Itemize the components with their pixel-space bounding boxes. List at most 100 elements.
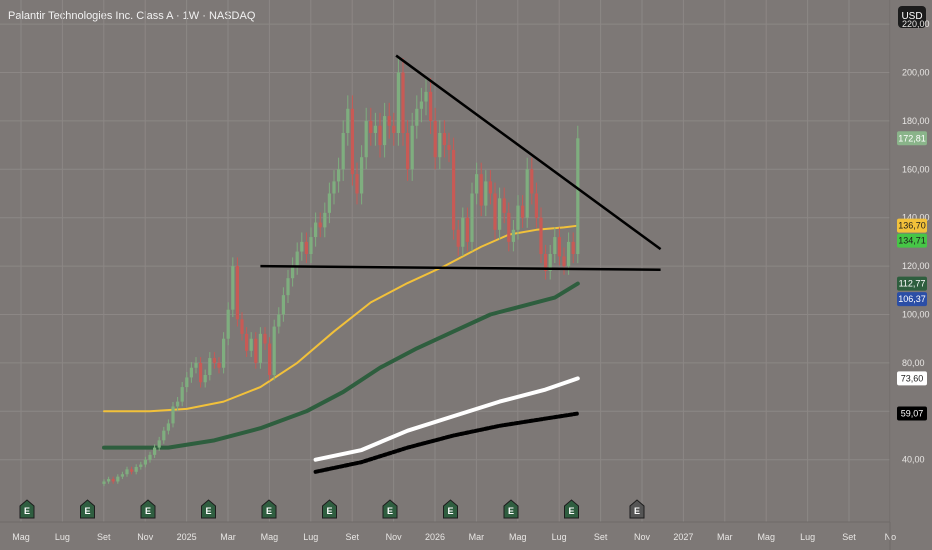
candle-body bbox=[415, 108, 419, 126]
candle-body bbox=[438, 133, 442, 158]
time-tick-label: Mar bbox=[220, 532, 236, 542]
candle-body bbox=[530, 169, 534, 194]
candle-body bbox=[401, 72, 405, 133]
candle-body bbox=[534, 193, 538, 218]
candle-body bbox=[442, 133, 446, 146]
candle-body bbox=[387, 116, 391, 126]
candle-body bbox=[277, 314, 281, 327]
time-tick-label: 2027 bbox=[673, 532, 693, 542]
candle-body bbox=[286, 278, 290, 296]
candle-body bbox=[521, 205, 525, 218]
candle-body bbox=[143, 459, 147, 465]
earnings-marker-label: E bbox=[205, 506, 211, 516]
candle-body bbox=[304, 241, 308, 254]
candle-body bbox=[185, 377, 189, 388]
earnings-marker-label: E bbox=[84, 506, 90, 516]
time-tick-label: Lug bbox=[55, 532, 70, 542]
candle-body bbox=[429, 91, 433, 121]
time-tick-label: Nov bbox=[634, 532, 651, 542]
candle-body bbox=[116, 476, 120, 482]
candle-body bbox=[516, 205, 520, 230]
price-tick-label: 200,00 bbox=[902, 68, 930, 78]
candle-body bbox=[295, 251, 299, 267]
candle-body bbox=[171, 406, 175, 424]
candle-body bbox=[355, 174, 359, 194]
candle-body bbox=[465, 217, 469, 242]
candle-body bbox=[212, 358, 216, 363]
earnings-marker-label: E bbox=[326, 506, 332, 516]
time-tick-label: Lug bbox=[303, 532, 318, 542]
candle-body bbox=[194, 362, 198, 368]
candle-body bbox=[475, 174, 479, 194]
candle-body bbox=[350, 108, 354, 175]
candle-body bbox=[461, 217, 465, 247]
price-chart[interactable]: 220,00200,00180,00160,00140,00120,00100,… bbox=[0, 0, 932, 550]
last-value-label: 59,07 bbox=[901, 409, 924, 419]
time-tick-label: Mar bbox=[469, 532, 485, 542]
candle-body bbox=[309, 237, 313, 254]
candle-body bbox=[263, 333, 267, 344]
candle-body bbox=[217, 362, 221, 368]
time-tick-label: Mag bbox=[12, 532, 30, 542]
candle-body bbox=[189, 367, 193, 378]
candle-body bbox=[479, 174, 483, 206]
earnings-marker-label: E bbox=[387, 506, 393, 516]
candle-body bbox=[240, 319, 244, 334]
candle-body bbox=[383, 116, 387, 146]
candle-body bbox=[373, 125, 377, 133]
candle-body bbox=[511, 229, 515, 242]
candle-body bbox=[102, 481, 106, 484]
candle-body bbox=[337, 169, 341, 182]
candle-body bbox=[447, 145, 451, 150]
candle-body bbox=[125, 469, 129, 475]
price-tick-label: 180,00 bbox=[902, 116, 930, 126]
candle-body bbox=[557, 237, 561, 257]
earnings-marker-label: E bbox=[568, 506, 574, 516]
candle-body bbox=[130, 469, 134, 472]
candle-body bbox=[231, 266, 235, 310]
price-tick-label: 220,00 bbox=[902, 19, 930, 29]
candle-body bbox=[111, 479, 115, 482]
candle-body bbox=[502, 198, 506, 213]
last-value-label: 172,81 bbox=[898, 133, 926, 143]
candle-body bbox=[203, 375, 207, 383]
candle-body bbox=[567, 241, 571, 267]
price-tick-label: 120,00 bbox=[902, 261, 930, 271]
candle-body bbox=[369, 120, 373, 133]
candle-body bbox=[493, 193, 497, 230]
candle-body bbox=[406, 133, 410, 170]
candle-body bbox=[498, 198, 502, 230]
candle-body bbox=[249, 338, 253, 351]
time-tick-label: Mag bbox=[757, 532, 775, 542]
price-tick-label: 100,00 bbox=[902, 310, 930, 320]
candle-body bbox=[332, 181, 336, 194]
earnings-marker-label: E bbox=[24, 506, 30, 516]
candle-body bbox=[268, 343, 272, 375]
candle-body bbox=[199, 362, 203, 383]
candle-body bbox=[539, 217, 543, 254]
candle-body bbox=[378, 125, 382, 146]
moving-average-line bbox=[103, 224, 579, 413]
earnings-marker-label: E bbox=[266, 506, 272, 516]
candle-body bbox=[254, 338, 258, 363]
candle-body bbox=[226, 309, 230, 339]
time-tick-label: Nov bbox=[137, 532, 154, 542]
candle-body bbox=[176, 401, 180, 407]
candle-body bbox=[488, 181, 492, 194]
candle-body bbox=[424, 91, 428, 102]
candle-body bbox=[157, 440, 161, 448]
candle-body bbox=[327, 193, 331, 213]
candle-body bbox=[272, 326, 276, 375]
candle-body bbox=[525, 169, 529, 218]
candle-body bbox=[360, 157, 364, 194]
candle-body bbox=[300, 241, 304, 252]
time-tick-label: Mag bbox=[261, 532, 279, 542]
last-value-label: 73,60 bbox=[901, 373, 924, 383]
candle-body bbox=[396, 72, 400, 133]
candle-body bbox=[208, 358, 212, 375]
candle-body bbox=[120, 474, 124, 477]
candle-body bbox=[291, 266, 295, 279]
candle-body bbox=[318, 222, 322, 228]
time-tick-label: Mag bbox=[509, 532, 527, 542]
candle-body bbox=[433, 120, 437, 158]
